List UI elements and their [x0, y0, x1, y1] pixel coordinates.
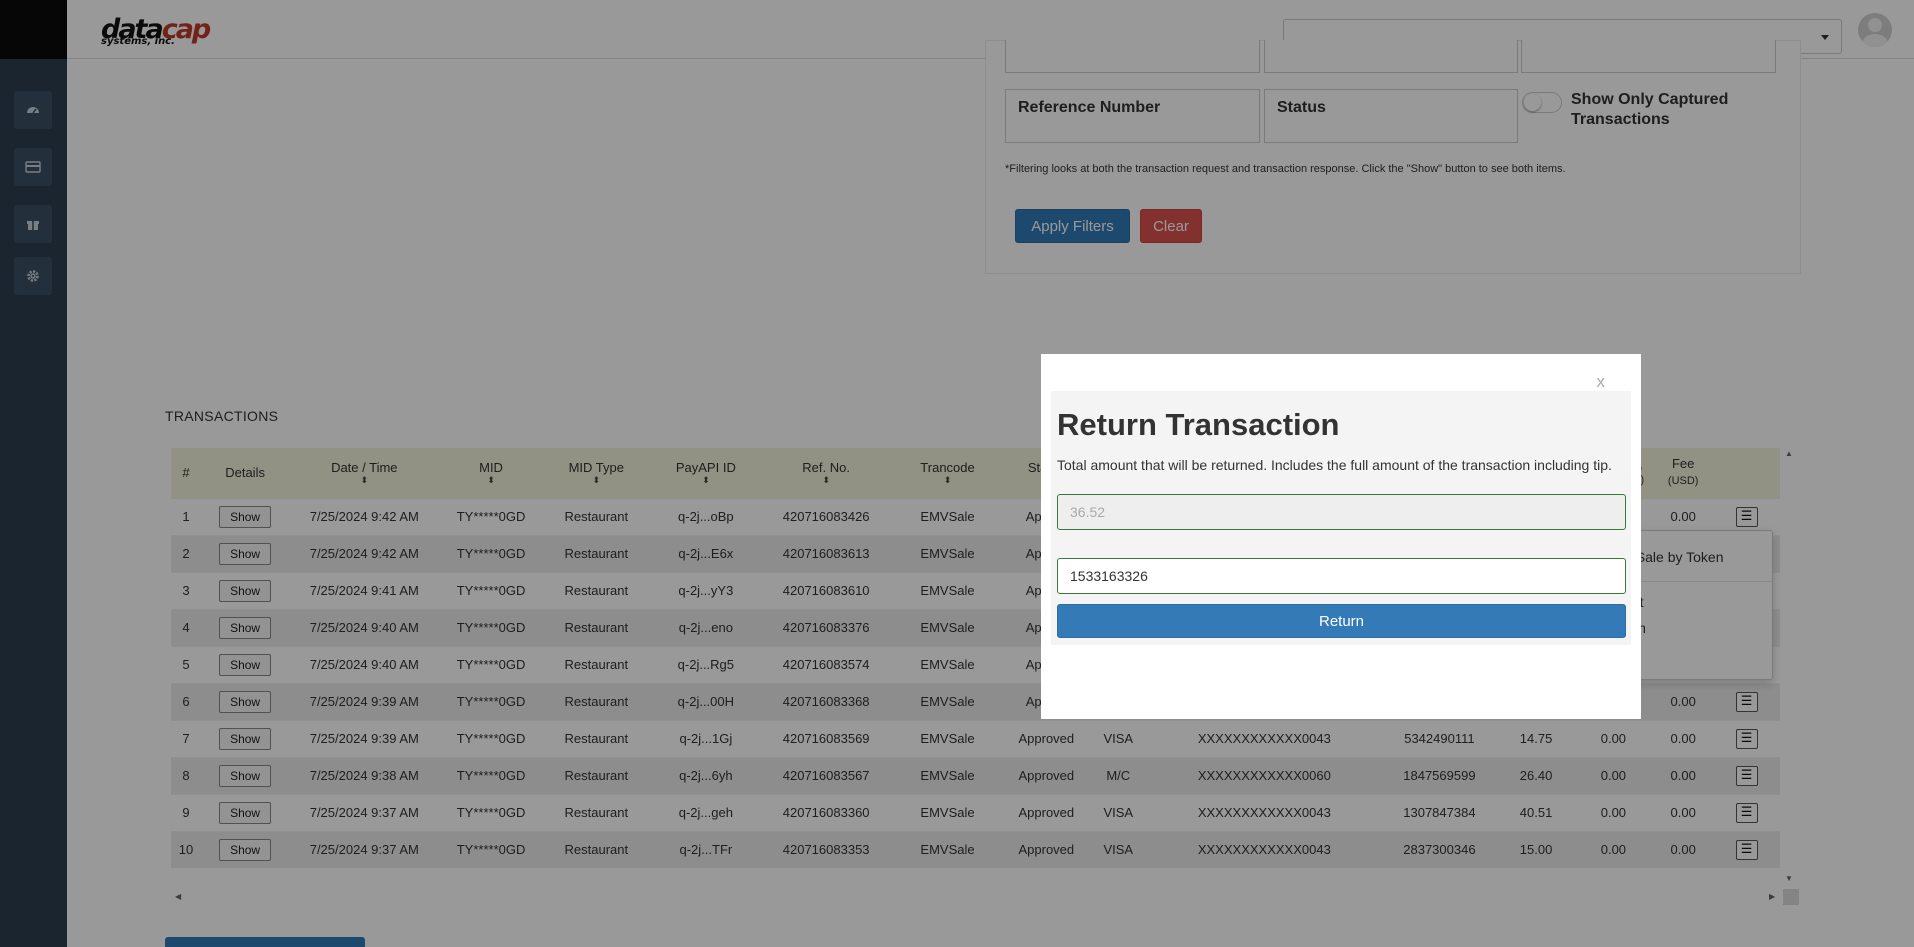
- modal-description: Total amount that will be returned. Incl…: [1057, 457, 1612, 473]
- reference-number-input[interactable]: [1057, 558, 1626, 594]
- return-button[interactable]: Return: [1057, 604, 1626, 638]
- return-transaction-modal: x Return Transaction Total amount that w…: [1041, 354, 1641, 719]
- return-amount-input: [1057, 494, 1626, 530]
- modal-title: Return Transaction: [1057, 407, 1340, 442]
- close-icon[interactable]: x: [1597, 372, 1606, 392]
